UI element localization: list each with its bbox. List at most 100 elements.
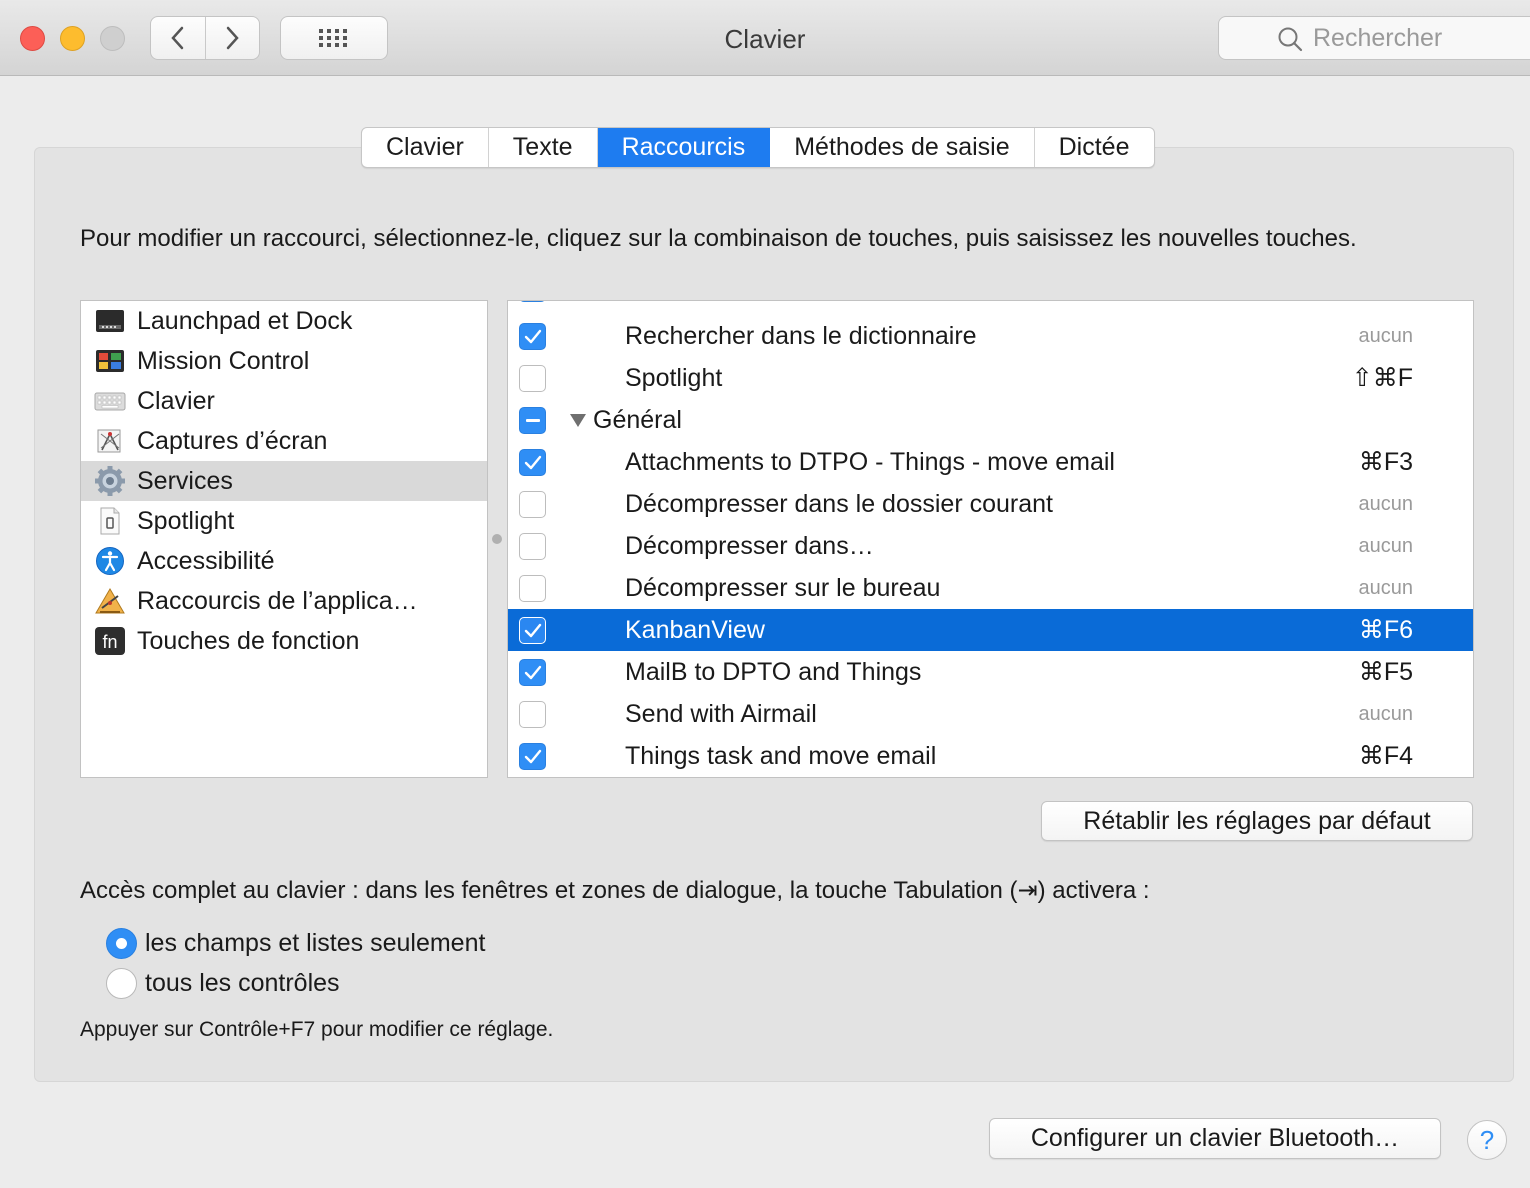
shortcut-label: Send with Airmail	[625, 700, 817, 728]
search-field[interactable]: Rechercher	[1218, 16, 1530, 60]
shortcut-checkbox[interactable]	[519, 617, 546, 644]
svg-text:fn: fn	[102, 632, 117, 652]
shortcut-row-partial	[508, 301, 1473, 309]
shortcut-label: Rechercher dans le dictionnaire	[625, 322, 977, 350]
shortcut-key[interactable]: ⇧⌘F	[1352, 357, 1413, 399]
shortcut-checkbox[interactable]	[519, 449, 546, 476]
shortcut-list: Rechercher dans le dictionnaire aucun Sp…	[507, 300, 1474, 778]
tab-raccourcis[interactable]: Raccourcis	[597, 128, 771, 167]
shortcut-checkbox[interactable]	[519, 491, 546, 518]
shortcut-label: Attachments to DTPO - Things - move emai…	[625, 448, 1115, 476]
shortcut-key[interactable]: ⌘F3	[1359, 441, 1413, 483]
shortcut-row[interactable]: Décompresser dans… aucun	[508, 525, 1473, 567]
shortcut-label: Décompresser sur le bureau	[625, 574, 941, 602]
shortcut-key[interactable]: aucun	[1359, 483, 1414, 525]
shortcut-key[interactable]: aucun	[1359, 525, 1414, 567]
setup-bluetooth-keyboard-button[interactable]: Configurer un clavier Bluetooth…	[989, 1118, 1441, 1159]
category-item-launchpad[interactable]: Launchpad et Dock	[81, 301, 487, 341]
split-view-divider[interactable]	[492, 534, 502, 544]
category-label: Launchpad et Dock	[137, 306, 353, 335]
category-label: Raccourcis de l’applica…	[137, 586, 418, 615]
category-item-services[interactable]: Services	[81, 461, 487, 501]
group-checkbox[interactable]	[519, 407, 546, 434]
shortcut-row[interactable]: Things task and move email ⌘F4	[508, 735, 1473, 777]
category-label: Mission Control	[137, 346, 310, 375]
checkmark-icon	[524, 749, 541, 763]
shortcut-row[interactable]: Spotlight ⇧⌘F	[508, 357, 1473, 399]
tab-methodes-de-saisie[interactable]: Méthodes de saisie	[770, 128, 1035, 167]
shortcut-key[interactable]: ⌘F5	[1359, 651, 1413, 693]
shortcut-checkbox[interactable]	[519, 575, 546, 602]
shortcut-row[interactable]: Send with Airmail aucun	[508, 693, 1473, 735]
minus-icon	[525, 418, 540, 422]
category-label: Services	[137, 466, 233, 495]
shortcut-row[interactable]: Décompresser sur le bureau aucun	[508, 567, 1473, 609]
shortcut-row[interactable]: Décompresser dans le dossier courant auc…	[508, 483, 1473, 525]
help-button[interactable]: ?	[1467, 1120, 1507, 1160]
accessibility-icon	[94, 545, 126, 577]
category-item-mission-control[interactable]: Mission Control	[81, 341, 487, 381]
checkmark-icon	[524, 623, 541, 637]
tab-texte[interactable]: Texte	[489, 128, 598, 167]
mission-control-icon	[94, 345, 126, 377]
title-bar: Clavier Rechercher	[0, 0, 1530, 76]
shortcut-checkbox[interactable]	[519, 743, 546, 770]
checkmark-icon	[524, 455, 541, 469]
category-list: Launchpad et Dock Mission Control Clavie…	[80, 300, 488, 778]
launchpad-icon	[94, 305, 126, 337]
category-item-raccourcis-application[interactable]: Raccourcis de l’applica…	[81, 581, 487, 621]
shortcut-key[interactable]: ⌘F4	[1359, 735, 1413, 777]
radio-label: les champs et listes seulement	[145, 928, 486, 957]
shortcut-row[interactable]: Rechercher dans le dictionnaire aucun	[508, 315, 1473, 357]
group-row-general[interactable]: Général	[508, 399, 1473, 441]
shortcut-key[interactable]: aucun	[1359, 567, 1414, 609]
instructions-text: Pour modifier un raccourci, sélectionnez…	[80, 225, 1357, 252]
radio-label: tous les contrôles	[145, 968, 340, 997]
search-placeholder: Rechercher	[1313, 23, 1443, 52]
screenshot-icon	[94, 425, 126, 457]
shortcut-checkbox[interactable]	[519, 659, 546, 686]
shortcut-label: Décompresser dans…	[625, 532, 874, 560]
shortcut-label: Things task and move email	[625, 742, 937, 770]
tab-clavier[interactable]: Clavier	[362, 128, 489, 167]
category-item-touches-de-fonction[interactable]: fn Touches de fonction	[81, 621, 487, 661]
shortcut-label: KanbanView	[625, 616, 765, 644]
keyboard-access-hint: Appuyer sur Contrôle+F7 pour modifier ce…	[80, 1018, 554, 1041]
app-shortcuts-icon	[94, 585, 126, 617]
checkmark-icon	[524, 329, 541, 343]
disclosure-triangle-icon[interactable]	[570, 414, 586, 427]
shortcut-checkbox[interactable]	[519, 365, 546, 392]
shortcut-key[interactable]: aucun	[1359, 693, 1414, 735]
shortcut-checkbox[interactable]	[519, 701, 546, 728]
shortcut-label: Spotlight	[625, 364, 723, 392]
category-item-clavier[interactable]: Clavier	[81, 381, 487, 421]
keyboard-access-text: Accès complet au clavier : dans les fenê…	[80, 877, 1150, 904]
radio-button[interactable]	[106, 927, 137, 959]
tab-dictee[interactable]: Dictée	[1035, 128, 1154, 167]
search-icon	[1278, 27, 1303, 52]
keyboard-icon	[94, 385, 126, 417]
restore-defaults-button[interactable]: Rétablir les réglages par défaut	[1041, 801, 1473, 841]
radio-option-text-boxes-lists[interactable]: les champs et listes seulement	[106, 927, 485, 959]
shortcut-row-selected[interactable]: KanbanView ⌘F6	[508, 609, 1473, 651]
shortcut-checkbox[interactable]	[519, 301, 546, 302]
category-item-captures[interactable]: Captures d’écran	[81, 421, 487, 461]
category-label: Touches de fonction	[137, 626, 360, 655]
category-label: Spotlight	[137, 506, 235, 535]
shortcut-checkbox[interactable]	[519, 533, 546, 560]
shortcut-row[interactable]: Attachments to DTPO - Things - move emai…	[508, 441, 1473, 483]
shortcut-key[interactable]: ⌘F6	[1359, 609, 1413, 651]
shortcut-checkbox[interactable]	[519, 323, 546, 350]
spotlight-icon	[94, 505, 126, 537]
gear-icon	[94, 465, 126, 497]
radio-option-all-controls[interactable]: tous les contrôles	[106, 967, 340, 999]
category-item-spotlight[interactable]: Spotlight	[81, 501, 487, 541]
shortcut-key[interactable]: aucun	[1359, 315, 1414, 357]
category-item-accessibilite[interactable]: Accessibilité	[81, 541, 487, 581]
shortcut-row[interactable]: MailB to DPTO and Things ⌘F5	[508, 651, 1473, 693]
radio-button[interactable]	[106, 967, 137, 999]
category-label: Clavier	[137, 386, 215, 415]
tab-bar: Clavier Texte Raccourcis Méthodes de sai…	[361, 127, 1155, 168]
shortcut-label: Décompresser dans le dossier courant	[625, 490, 1053, 518]
category-label: Accessibilité	[137, 546, 275, 575]
